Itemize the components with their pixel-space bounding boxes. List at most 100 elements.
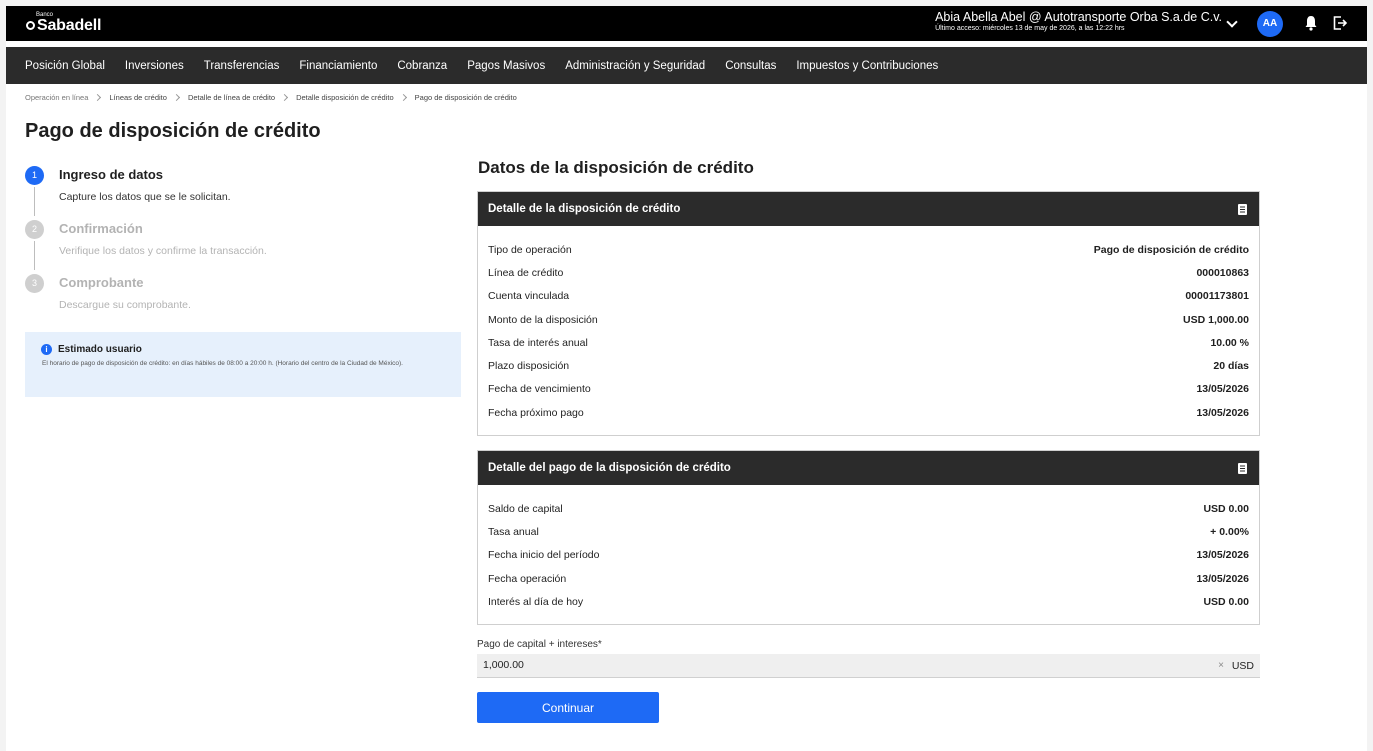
clear-icon[interactable]: × [1218,660,1224,671]
chevron-right-icon [281,93,289,102]
row-value: 20 días [1213,360,1249,373]
document-icon[interactable] [1238,463,1247,474]
step-description: Descargue su comprobante. [59,299,191,311]
bell-icon[interactable] [1304,15,1318,31]
breadcrumb-current: Pago de disposición de crédito [414,93,517,102]
card-header: Detalle del pago de la disposición de cr… [478,451,1259,485]
payment-detail-card: Detalle del pago de la disposición de cr… [477,450,1260,625]
step-title: Confirmación [59,221,143,236]
nav-inversiones[interactable]: Inversiones [125,60,184,72]
detail-row: Cuenta vinculada 00001173801 [488,285,1249,308]
row-value: Pago de disposición de crédito [1093,243,1249,256]
currency-label: USD [1231,660,1254,672]
row-value: 00001173801 [1185,290,1249,303]
step-connector [34,241,35,270]
breadcrumb: Operación en línea Líneas de crédito Det… [25,93,517,102]
step-description: Verifique los datos y confirme la transa… [59,245,267,257]
row-value: 13/05/2026 [1196,549,1249,562]
card-title: Detalle del pago de la disposición de cr… [488,462,731,474]
nav-pagos-masivos[interactable]: Pagos Masivos [467,60,545,72]
logo-name: Sabadell [37,17,102,34]
row-value: USD 0.00 [1203,595,1249,608]
breadcrumb-item[interactable]: Líneas de crédito [109,93,167,102]
nav-posicion-global[interactable]: Posición Global [25,60,105,72]
continue-button[interactable]: Continuar [477,692,659,723]
detail-row: Fecha próximo pago 13/05/2026 [488,401,1249,424]
breadcrumb-item[interactable]: Detalle de línea de crédito [188,93,275,102]
row-label: Tasa de interés anual [488,336,588,349]
step-connector [34,187,35,216]
row-label: Línea de crédito [488,266,564,279]
detail-row: Interés al día de hoy USD 0.00 [488,590,1249,613]
row-label: Monto de la disposición [488,313,598,326]
step-number: 1 [25,166,44,185]
detail-row: Fecha inicio del período 13/05/2026 [488,544,1249,567]
nav-impuestos-contribuciones[interactable]: Impuestos y Contribuciones [796,60,938,72]
page-title: Pago de disposición de crédito [25,120,321,142]
row-label: Fecha próximo pago [488,406,584,419]
step-title: Comprobante [59,275,144,290]
nav-administracion-seguridad[interactable]: Administración y Seguridad [565,60,705,72]
user-name: Abia Abella Abel @ Autotransporte Orba S… [935,10,1222,24]
document-icon[interactable] [1238,204,1247,215]
detail-row: Fecha de vencimiento 13/05/2026 [488,378,1249,401]
detail-row: Línea de crédito 000010863 [488,261,1249,284]
last-access: Último acceso: miércoles 13 de may de 20… [935,25,1125,32]
row-label: Tasa anual [488,525,539,538]
row-value: 13/05/2026 [1196,383,1249,396]
breadcrumb-item[interactable]: Operación en línea [25,93,88,102]
step-description: Capture los datos que se le solicitan. [59,191,231,203]
detail-row: Monto de la disposición USD 1,000.00 [488,308,1249,331]
row-value: 10.00 % [1210,336,1249,349]
chevron-right-icon [94,93,102,102]
app-page: Banco Sabadell Abia Abella Abel @ Autotr… [6,6,1367,751]
detail-row: Plazo disposición 20 días [488,354,1249,377]
row-label: Fecha de vencimiento [488,383,591,396]
chevron-right-icon [399,93,407,102]
nav-transferencias[interactable]: Transferencias [204,60,280,72]
detail-row: Tipo de operación Pago de disposición de … [488,238,1249,261]
avatar[interactable]: AA [1257,11,1283,37]
row-label: Saldo de capital [488,502,563,515]
top-bar: Banco Sabadell Abia Abella Abel @ Autotr… [6,6,1367,41]
breadcrumb-item[interactable]: Detalle disposición de crédito [296,93,394,102]
row-label: Fecha inicio del período [488,549,600,562]
info-icon: i [41,344,52,355]
card-title: Detalle de la disposición de crédito [488,203,681,215]
detail-row: Fecha operación 13/05/2026 [488,567,1249,590]
row-label: Interés al día de hoy [488,595,584,608]
main-nav: Posición Global Inversiones Transferenci… [6,47,1367,84]
row-value: 13/05/2026 [1196,406,1249,419]
nav-financiamiento[interactable]: Financiamiento [299,60,377,72]
detail-row: Saldo de capital USD 0.00 [488,497,1249,520]
row-value: USD 0.00 [1203,502,1249,515]
row-value: + 0.00% [1210,525,1249,538]
row-label: Tipo de operación [488,243,572,256]
step-2: 2 Confirmación Verifique los datos y con… [25,218,445,272]
step-1: 1 Ingreso de datos Capture los datos que… [25,164,445,218]
detail-row: Tasa anual + 0.00% [488,520,1249,543]
row-value: USD 1,000.00 [1183,313,1249,326]
logo-mark-icon [26,21,35,30]
row-value: 13/05/2026 [1196,572,1249,585]
payment-amount-input[interactable] [483,659,1083,671]
section-title: Datos de la disposición de crédito [478,158,754,177]
notice-title: Estimado usuario [58,344,142,355]
row-label: Cuenta vinculada [488,290,570,303]
step-3: 3 Comprobante Descargue su comprobante. [25,272,445,326]
logout-icon[interactable] [1332,15,1348,31]
user-info: Abia Abella Abel @ Autotransporte Orba S… [935,10,1222,32]
info-notice: i Estimado usuario El horario de pago de… [25,332,461,397]
card-header: Detalle de la disposición de crédito [478,192,1259,226]
notice-text: El horario de pago de disposición de cré… [42,360,403,367]
payment-amount-label: Pago de capital + intereses* [477,639,602,650]
nav-cobranza[interactable]: Cobranza [397,60,447,72]
row-value: 000010863 [1196,266,1249,279]
row-label: Fecha operación [488,572,567,585]
stepper: 1 Ingreso de datos Capture los datos que… [25,164,445,326]
chevron-down-icon[interactable] [1226,16,1238,28]
detail-row: Tasa de interés anual 10.00 % [488,331,1249,354]
credit-disposition-detail-card: Detalle de la disposición de crédito Tip… [477,191,1260,436]
payment-amount-field: × USD [477,654,1260,678]
nav-consultas[interactable]: Consultas [725,60,776,72]
